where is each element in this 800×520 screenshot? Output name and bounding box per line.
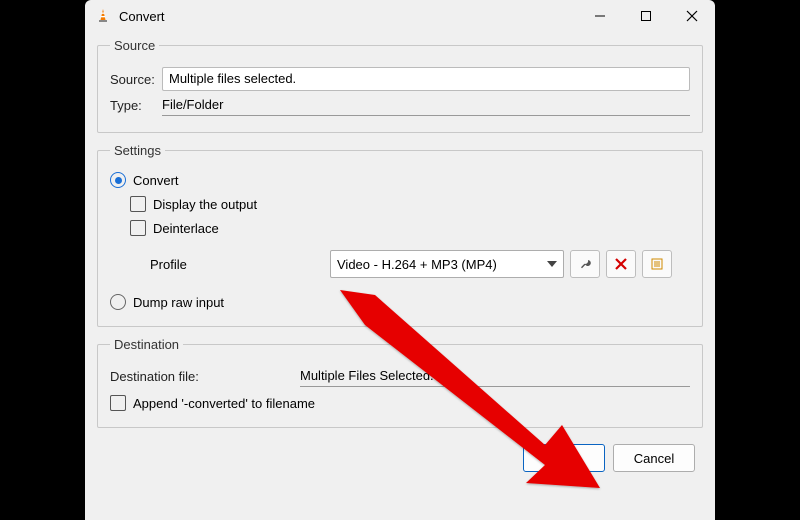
vlc-cone-icon	[95, 8, 111, 24]
new-profile-button[interactable]	[642, 250, 672, 278]
destination-file-input[interactable]: Multiple Files Selected.	[300, 366, 690, 387]
window-title: Convert	[119, 9, 165, 24]
checkbox-icon	[130, 220, 146, 236]
destination-file-label: Destination file:	[110, 369, 300, 384]
dump-radio[interactable]: Dump raw input	[110, 294, 224, 310]
edit-profile-button[interactable]	[570, 250, 600, 278]
source-legend: Source	[110, 38, 159, 53]
deinterlace-label: Deinterlace	[153, 221, 219, 236]
checkbox-icon	[130, 196, 146, 212]
start-button[interactable]: Start	[523, 444, 605, 472]
chevron-down-icon	[547, 261, 557, 267]
radio-unchecked-icon	[110, 294, 126, 310]
source-input[interactable]: Multiple files selected.	[162, 67, 690, 91]
checkbox-icon	[110, 395, 126, 411]
display-output-checkbox[interactable]: Display the output	[130, 196, 257, 212]
minimize-button[interactable]	[577, 0, 623, 32]
convert-radio-label: Convert	[133, 173, 179, 188]
x-icon	[614, 257, 628, 271]
destination-group: Destination Destination file: Multiple F…	[97, 337, 703, 428]
dialog-buttons: Start Cancel	[97, 438, 703, 478]
profile-label: Profile	[150, 257, 330, 272]
close-button[interactable]	[669, 0, 715, 32]
new-profile-icon	[650, 257, 664, 271]
delete-profile-button[interactable]	[606, 250, 636, 278]
profile-value: Video - H.264 + MP3 (MP4)	[337, 257, 497, 272]
source-label: Source:	[110, 72, 162, 87]
display-output-label: Display the output	[153, 197, 257, 212]
convert-radio[interactable]: Convert	[110, 172, 179, 188]
wrench-icon	[578, 257, 592, 271]
destination-legend: Destination	[110, 337, 183, 352]
cancel-button[interactable]: Cancel	[613, 444, 695, 472]
convert-dialog: Convert Source Source: Multiple files se…	[85, 0, 715, 520]
maximize-button[interactable]	[623, 0, 669, 32]
append-converted-label: Append '-converted' to filename	[133, 396, 315, 411]
deinterlace-checkbox[interactable]: Deinterlace	[130, 220, 219, 236]
settings-group: Settings Convert Display the output Dein…	[97, 143, 703, 327]
titlebar[interactable]: Convert	[85, 0, 715, 32]
radio-checked-icon	[110, 172, 126, 188]
append-converted-checkbox[interactable]: Append '-converted' to filename	[110, 395, 315, 411]
source-group: Source Source: Multiple files selected. …	[97, 38, 703, 133]
type-label: Type:	[110, 98, 162, 113]
type-value: File/Folder	[162, 95, 690, 116]
dump-radio-label: Dump raw input	[133, 295, 224, 310]
profile-dropdown[interactable]: Video - H.264 + MP3 (MP4)	[330, 250, 564, 278]
settings-legend: Settings	[110, 143, 165, 158]
